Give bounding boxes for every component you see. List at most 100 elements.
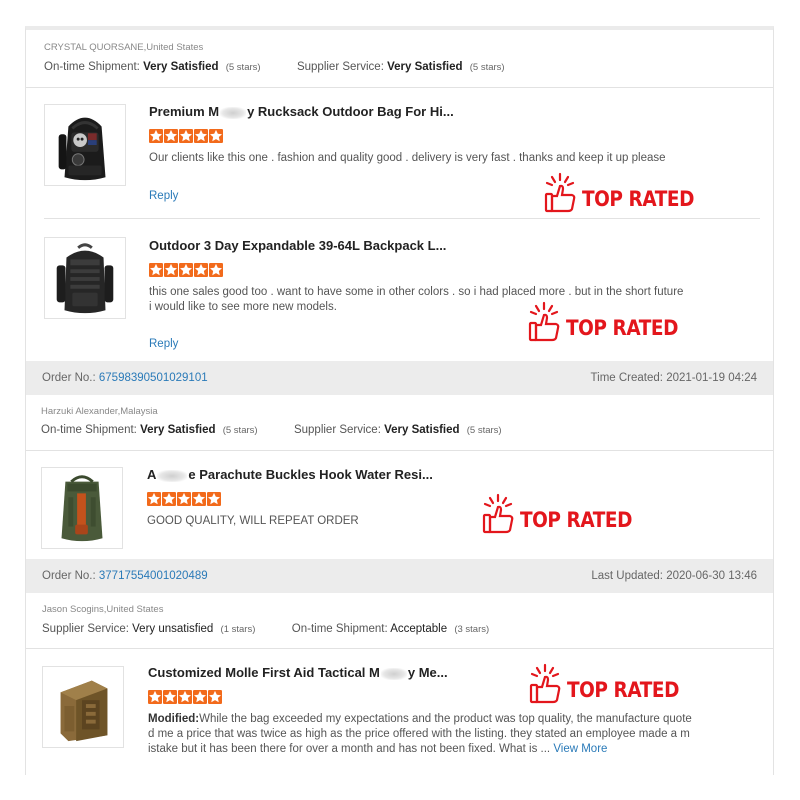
divider xyxy=(44,218,760,219)
order-label: Order No.: xyxy=(42,372,96,384)
order-header: Order No.: 37717554001020489 Last Update… xyxy=(26,559,773,593)
review-text-line: this one sales good too . want to have s… xyxy=(149,286,684,298)
rating-value: Very Satisfied xyxy=(143,61,219,73)
star-icon xyxy=(164,263,178,277)
rating-value: Acceptable xyxy=(390,623,448,635)
badge-label: TOP RATED xyxy=(566,316,679,340)
review-text-line: istake but it has been there for over a … xyxy=(148,743,551,755)
rating-label: On-time Shipment: xyxy=(44,61,140,73)
blurred-text xyxy=(380,667,407,680)
star-icon xyxy=(147,492,161,506)
product-title-text[interactable]: Premium M xyxy=(149,104,219,119)
reply-link[interactable]: Reply xyxy=(149,338,178,350)
reviewer-name: Jason Scogins,United States xyxy=(42,604,164,615)
order-number: Order No.: 37717554001020489 xyxy=(42,570,208,582)
star-icon xyxy=(207,492,221,506)
star-rating xyxy=(147,492,222,507)
rating-stars-count: (5 stars) xyxy=(225,62,261,73)
product-title-text[interactable]: y Me... xyxy=(408,665,448,680)
product-title[interactable]: Customized Molle First Aid Tactical M y M… xyxy=(148,665,448,680)
star-icon xyxy=(163,690,177,704)
view-more-link[interactable]: View More xyxy=(553,743,607,755)
divider xyxy=(26,87,773,88)
thumbs-up-icon xyxy=(544,172,576,213)
backpack-image xyxy=(61,475,103,542)
star-icon xyxy=(194,129,208,143)
rating-stars-count: (5 stars) xyxy=(469,62,505,73)
star-icon xyxy=(177,492,191,506)
rating-label: Supplier Service: xyxy=(296,61,384,73)
rating-label: Supplier Service: xyxy=(293,424,381,436)
divider xyxy=(26,648,773,649)
badge-label: TOP RATED xyxy=(582,187,695,211)
reviewer-name: CRYSTAL QUORSANE,United States xyxy=(44,42,204,53)
product-title[interactable]: Premium M y Rucksack Outdoor Bag For Hi..… xyxy=(149,104,454,119)
star-rating xyxy=(148,690,223,705)
rating-stars-count: (5 stars) xyxy=(466,425,502,436)
backpack-image xyxy=(58,117,106,181)
product-thumbnail[interactable] xyxy=(44,104,126,186)
star-icon xyxy=(149,263,163,277)
thumbs-up-icon xyxy=(482,493,514,534)
star-icon xyxy=(178,690,192,704)
review-text-line: d me a price that was twice as high as t… xyxy=(148,728,690,740)
time-value: 2020-06-30 13:46 xyxy=(666,570,757,582)
review-text: GOOD QUALITY, WILL REPEAT ORDER xyxy=(147,515,359,527)
thumbs-up-icon xyxy=(528,301,560,342)
product-title[interactable]: Ae Parachute Buckles Hook Water Resi... xyxy=(147,467,433,482)
badge-label: TOP RATED xyxy=(567,678,680,702)
star-icon xyxy=(208,690,222,704)
blurred-text xyxy=(220,106,247,119)
star-icon xyxy=(194,263,208,277)
review-card-2: Order No.: 67598390501029101 Time Create… xyxy=(25,361,774,559)
review-text: this one sales good too . want to have s… xyxy=(149,285,683,315)
rating-value: Very Satisfied xyxy=(384,424,460,436)
product-title-text[interactable]: e Parachute Buckles Hook Water Resi... xyxy=(188,467,432,482)
star-icon xyxy=(164,129,178,143)
star-icon xyxy=(179,263,193,277)
order-time: Last Updated: 2020-06-30 13:46 xyxy=(591,570,757,582)
rating-summary: On-time Shipment: Very Satisfied (5 star… xyxy=(41,424,502,436)
product-title-text[interactable]: y Rucksack Outdoor Bag For Hi... xyxy=(247,104,454,119)
review-text-line: While the bag exceeded my expectations a… xyxy=(199,713,692,725)
review-text: Our clients like this one . fashion and … xyxy=(149,152,666,164)
product-thumbnail[interactable] xyxy=(44,237,126,319)
thumbs-up-icon xyxy=(529,663,561,704)
review-text: Modified:While the bag exceeded my expec… xyxy=(148,712,692,757)
reply-link[interactable]: Reply xyxy=(149,190,178,202)
time-label: Time Created: xyxy=(590,372,663,384)
blurred-text xyxy=(157,469,188,482)
star-icon xyxy=(179,129,193,143)
rating-label: On-time Shipment: xyxy=(41,424,137,436)
order-label: Order No.: xyxy=(42,570,96,582)
product-title-text[interactable]: A xyxy=(147,467,156,482)
rating-stars-count: (5 stars) xyxy=(222,425,258,436)
review-card-3: Order No.: 37717554001020489 Last Update… xyxy=(25,559,774,775)
order-time: Time Created: 2021-01-19 04:24 xyxy=(591,372,757,384)
badge-label: TOP RATED xyxy=(520,508,633,532)
rating-value: Very Satisfied xyxy=(387,61,463,73)
star-rating xyxy=(149,263,224,278)
order-number-link[interactable]: 37717554001020489 xyxy=(99,570,208,582)
order-number: Order No.: 67598390501029101 xyxy=(42,372,208,384)
order-number-link[interactable]: 67598390501029101 xyxy=(99,372,208,384)
star-icon xyxy=(162,492,176,506)
rating-label: On-time Shipment: xyxy=(291,623,388,635)
rating-value: Very unsatisfied xyxy=(132,623,214,635)
star-icon xyxy=(149,129,163,143)
star-icon xyxy=(148,690,162,704)
star-icon xyxy=(209,263,223,277)
product-thumbnail[interactable] xyxy=(42,666,124,748)
review-card-1: CRYSTAL QUORSANE,United States On-time S… xyxy=(25,26,774,361)
product-title[interactable]: Outdoor 3 Day Expandable 39-64L Backpack… xyxy=(149,238,446,253)
rating-stars-count: (3 stars) xyxy=(454,624,490,635)
product-thumbnail[interactable] xyxy=(41,467,123,549)
star-rating xyxy=(149,129,224,144)
rating-summary: Supplier Service: Very unsatisfied (1 st… xyxy=(42,623,489,635)
product-title-text[interactable]: Customized Molle First Aid Tactical M xyxy=(148,665,380,680)
rating-value: Very Satisfied xyxy=(140,424,216,436)
rating-stars-count: (1 stars) xyxy=(220,624,256,635)
star-icon xyxy=(192,492,206,506)
review-text-line: i would like to see more new models. xyxy=(149,301,337,313)
reviewer-name: Harzuki Alexander,Malaysia xyxy=(41,406,158,417)
